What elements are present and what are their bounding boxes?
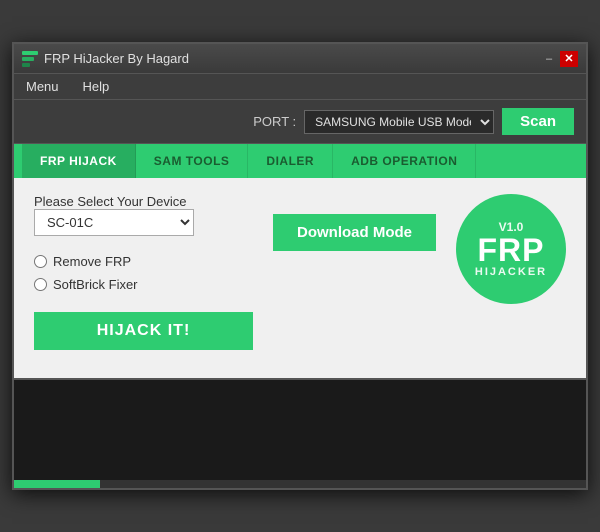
progress-bar-container xyxy=(14,480,586,488)
device-section: Please Select Your Device SC-01C xyxy=(34,194,253,236)
port-bar: PORT : SAMSUNG Mobile USB Modem (v Scan xyxy=(14,100,586,144)
remove-frp-label: Remove FRP xyxy=(53,254,131,269)
right-panel: V1.0 FRP HIJACKER xyxy=(456,194,566,304)
menu-item-menu[interactable]: Menu xyxy=(22,77,63,96)
softbrick-fixer-radio[interactable] xyxy=(34,278,47,291)
title-bar-left: FRP HiJacker By Hagard xyxy=(22,51,189,67)
tab-sam-tools[interactable]: SAM TOOLS xyxy=(136,144,249,178)
content-area: Please Select Your Device SC-01C Remove … xyxy=(14,178,586,378)
center-panel: Download Mode xyxy=(273,194,436,251)
main-window: FRP HiJacker By Hagard – ✕ Menu Help POR… xyxy=(12,42,588,490)
hijack-button[interactable]: HIJACK IT! xyxy=(34,312,253,350)
softbrick-fixer-label: SoftBrick Fixer xyxy=(53,277,138,292)
menu-item-help[interactable]: Help xyxy=(79,77,114,96)
title-controls: – ✕ xyxy=(540,51,578,67)
menu-bar: Menu Help xyxy=(14,74,586,100)
download-mode-button[interactable]: Download Mode xyxy=(273,214,436,251)
port-label: PORT : xyxy=(253,114,296,129)
logo-frp: FRP xyxy=(478,234,545,266)
app-icon xyxy=(22,51,38,67)
softbrick-fixer-option[interactable]: SoftBrick Fixer xyxy=(34,277,253,292)
device-select[interactable]: SC-01C xyxy=(34,209,194,236)
logo-version: V1.0 xyxy=(499,220,524,234)
output-text xyxy=(14,380,586,392)
logo-sub: HIJACKER xyxy=(475,266,547,278)
progress-bar-fill xyxy=(14,480,100,488)
output-area xyxy=(14,378,586,488)
close-button[interactable]: ✕ xyxy=(560,51,578,67)
tab-adb-operation[interactable]: ADB OPERATION xyxy=(333,144,476,178)
port-select[interactable]: SAMSUNG Mobile USB Modem (v xyxy=(304,110,494,134)
title-bar: FRP HiJacker By Hagard – ✕ xyxy=(14,44,586,74)
device-label: Please Select Your Device xyxy=(34,194,253,209)
window-title: FRP HiJacker By Hagard xyxy=(44,51,189,66)
tab-bar: FRP HIJACK SAM TOOLS DIALER ADB OPERATIO… xyxy=(14,144,586,178)
remove-frp-radio[interactable] xyxy=(34,255,47,268)
minimize-button[interactable]: – xyxy=(540,51,558,67)
tab-dialer[interactable]: DIALER xyxy=(248,144,333,178)
logo-circle: V1.0 FRP HIJACKER xyxy=(456,194,566,304)
remove-frp-option[interactable]: Remove FRP xyxy=(34,254,253,269)
left-panel: Please Select Your Device SC-01C Remove … xyxy=(34,194,253,350)
options-group: Remove FRP SoftBrick Fixer xyxy=(34,254,253,292)
scan-button[interactable]: Scan xyxy=(502,108,574,135)
tab-frp-hijack[interactable]: FRP HIJACK xyxy=(22,144,136,178)
